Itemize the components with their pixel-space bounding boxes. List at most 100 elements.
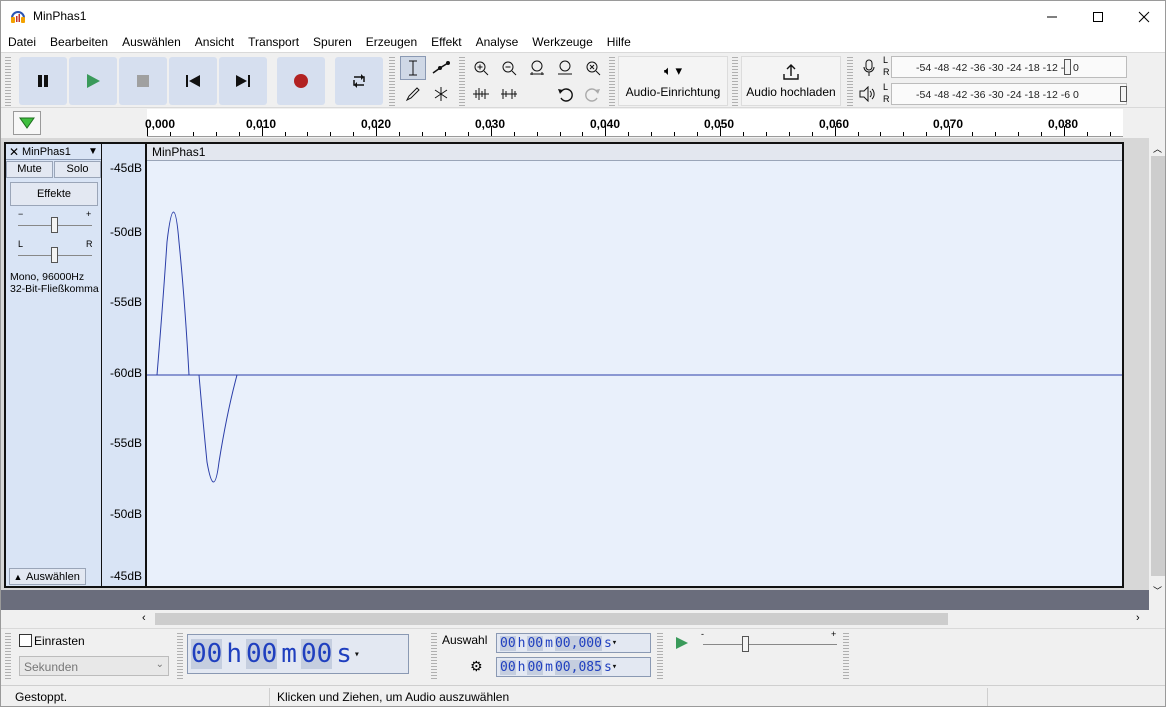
pause-button[interactable] (19, 57, 67, 105)
menu-erzeugen[interactable]: Erzeugen (366, 35, 417, 49)
scroll-right-icon[interactable]: › (1136, 612, 1140, 624)
maximize-button[interactable] (1075, 1, 1121, 32)
undo-button[interactable] (552, 82, 578, 106)
record-button[interactable] (277, 57, 325, 105)
toolbar-grip[interactable] (431, 631, 437, 681)
waveform-clip[interactable]: MinPhas1 (145, 142, 1124, 588)
zoom-out-button[interactable] (496, 56, 522, 80)
chevron-down-icon[interactable]: ▾ (354, 649, 360, 660)
ruler-tick (215, 132, 217, 136)
toolbar-grip[interactable] (389, 55, 395, 107)
close-button[interactable] (1121, 1, 1165, 32)
record-meter[interactable]: -54 -48 -42 -36 -30 -24 -18 -12 -6 0 (891, 56, 1127, 78)
ruler-tick (169, 132, 171, 136)
redo-button[interactable] (580, 82, 606, 106)
draw-tool-button[interactable] (400, 82, 426, 106)
minimize-button[interactable] (1029, 1, 1075, 32)
horizontal-scroll-thumb[interactable] (155, 613, 948, 625)
loop-button[interactable] (335, 57, 383, 105)
selection-start-display[interactable]: 00 h 00 m 00,000 s ▾ (496, 633, 651, 653)
silence-audio-button[interactable] (496, 82, 522, 106)
skip-to-start-button[interactable] (169, 57, 217, 105)
selection-end-display[interactable]: 00 h 00 m 00,085 s ▾ (496, 657, 651, 677)
horizontal-scrollbar[interactable]: ‹ › (138, 610, 1151, 628)
menu-ansicht[interactable]: Ansicht (195, 35, 234, 49)
scroll-down-icon[interactable]: ﹀ (1153, 584, 1162, 597)
toolbar-grip[interactable] (657, 631, 663, 681)
audio-position-display[interactable]: 00 h 00 m 00 s ▾ (187, 634, 409, 674)
fit-selection-button[interactable] (524, 56, 550, 80)
ruler-tick (903, 132, 905, 136)
skip-to-end-button[interactable] (219, 57, 267, 105)
fit-project-button[interactable] (552, 56, 578, 80)
playback-speed-slider[interactable] (742, 636, 749, 652)
timeline-options-button[interactable] (13, 111, 41, 135)
toolbar-grip[interactable] (609, 55, 615, 107)
toolbar-grip[interactable] (5, 631, 11, 681)
track-close-icon[interactable]: ✕ (6, 145, 22, 159)
scroll-left-icon[interactable]: ‹ (142, 612, 146, 624)
record-level-knob[interactable] (1064, 59, 1071, 75)
toolbar-grip[interactable] (5, 55, 11, 107)
pan-slider[interactable] (51, 247, 58, 263)
trim-audio-button[interactable] (468, 82, 494, 106)
zoom-in-button[interactable] (468, 56, 494, 80)
multi-tool-button[interactable] (428, 82, 454, 106)
audio-setup-button[interactable]: 🔈︎ ▾ Audio-Einrichtung (618, 56, 728, 106)
ruler-tick (697, 132, 699, 136)
ruler-tick (674, 132, 676, 136)
ruler-tick (605, 126, 607, 136)
menu-datei[interactable]: Datei (8, 35, 36, 49)
sel-start-seconds-unit: s (603, 635, 612, 651)
amplitude-ruler[interactable]: -45dB -50dB -55dB -60dB -55dB -50dB -45d… (102, 142, 146, 588)
zoom-toggle-button[interactable] (580, 56, 606, 80)
status-bar: Gestoppt. Klicken und Ziehen, um Audio a… (1, 685, 1165, 706)
chevron-down-icon[interactable]: ▾ (612, 662, 617, 672)
track-name-menu[interactable]: MinPhas1 (22, 146, 85, 158)
toolbar-grip[interactable] (732, 55, 738, 107)
db-label: -55dB (109, 295, 142, 309)
toolbar-grip[interactable] (847, 55, 853, 107)
playback-meter-r-label: R (883, 94, 890, 104)
vertical-scroll-thumb[interactable] (1151, 156, 1165, 576)
envelope-tool-button[interactable] (428, 56, 454, 80)
playback-level-knob[interactable] (1120, 86, 1127, 102)
effects-button[interactable]: Effekte (10, 182, 98, 206)
zoom-in-icon (474, 61, 489, 76)
gear-icon[interactable]: ⚙ (470, 658, 483, 675)
track-menu-chevron-icon[interactable]: ▼ (85, 146, 101, 157)
selection-tool-button[interactable] (400, 56, 426, 80)
time-seconds-unit: s (336, 639, 352, 669)
solo-button[interactable]: Solo (54, 161, 101, 178)
sel-start-hours-unit: h (517, 635, 526, 651)
snap-checkbox[interactable] (19, 634, 32, 647)
clip-title[interactable]: MinPhas1 (147, 144, 1122, 161)
menu-transport[interactable]: Transport (248, 35, 299, 49)
menu-effekt[interactable]: Effekt (431, 35, 461, 49)
menu-analyse[interactable]: Analyse (476, 35, 519, 49)
timeline-ruler[interactable]: 0,000 0,010 0,020 0,030 0,040 0,050 0,06… (145, 109, 1123, 137)
menu-werkzeuge[interactable]: Werkzeuge (532, 35, 592, 49)
stop-button[interactable] (119, 57, 167, 105)
chevron-down-icon[interactable]: ▾ (612, 638, 617, 648)
menu-bearbeiten[interactable]: Bearbeiten (50, 35, 108, 49)
mute-button[interactable]: Mute (6, 161, 53, 178)
gain-slider[interactable] (51, 217, 58, 233)
menu-spuren[interactable]: Spuren (313, 35, 352, 49)
sel-end-hours: 00 (500, 659, 516, 675)
toolbar-grip[interactable] (177, 631, 183, 681)
toolbar-grip[interactable] (843, 631, 849, 681)
sel-end-minutes-unit: m (545, 659, 553, 675)
play-button[interactable] (69, 57, 117, 105)
vertical-scrollbar[interactable]: ︿ ﹀ (1149, 138, 1165, 610)
toolbar-grip[interactable] (459, 55, 465, 107)
snap-unit-select[interactable]: Sekunden ⌄ (19, 656, 169, 676)
scroll-up-icon[interactable]: ︿ (1153, 142, 1162, 155)
play-at-speed-button[interactable] (669, 631, 695, 655)
menu-hilfe[interactable]: Hilfe (607, 35, 631, 49)
audio-share-button[interactable]: Audio hochladen (741, 56, 841, 106)
select-track-button[interactable]: ▲ Auswählen (9, 568, 86, 585)
playback-meter[interactable]: -54 -48 -42 -36 -30 -24 -18 -12 -6 0 (891, 83, 1127, 105)
menu-auswaehlen[interactable]: Auswählen (122, 35, 181, 49)
play-icon (676, 637, 688, 649)
